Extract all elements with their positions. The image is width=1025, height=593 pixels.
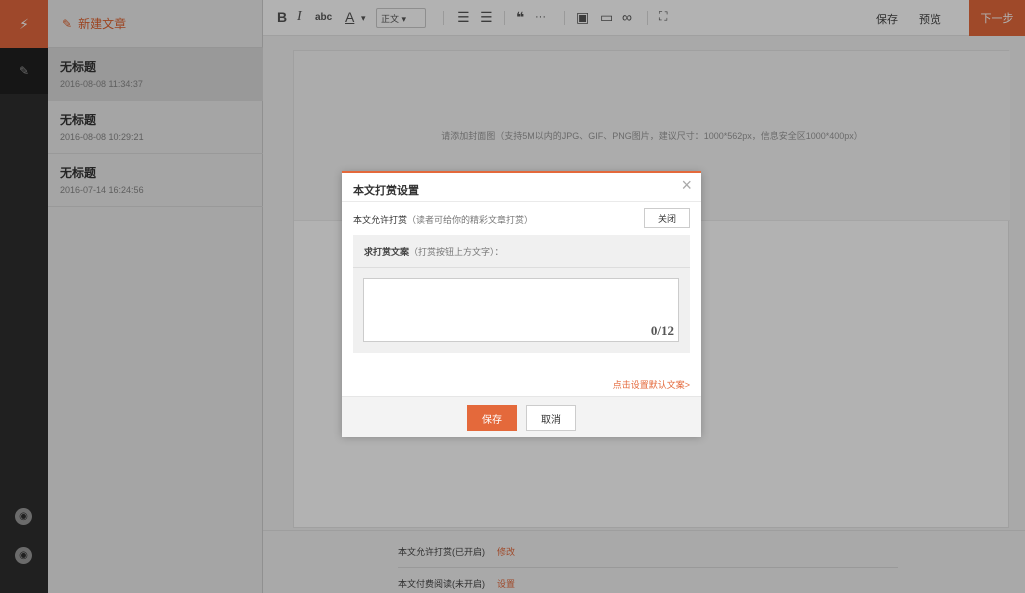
reward-copy-label: 求打赏文案（打赏按钮上方文字）： (364, 245, 504, 258)
dialog-title: 本文打赏设置 (353, 185, 419, 197)
dialog-title-divider (342, 201, 701, 202)
reward-copy-text: 求打赏文案 (364, 247, 410, 257)
dialog-save-button[interactable]: 保存 (467, 405, 517, 431)
allow-reward-label: 本文允许打赏（读者可给你的精彩文章打赏） (353, 213, 533, 226)
allow-reward-text: 本文允许打赏 (353, 215, 408, 225)
close-icon[interactable]: × (681, 176, 692, 194)
dialog-footer: 保存 取消 (342, 396, 701, 437)
reward-copy-section: 求打赏文案（打赏按钮上方文字）： 0/12 (353, 235, 690, 353)
set-default-copy-link[interactable]: 点击设置默认文案> (613, 378, 690, 391)
reward-settings-dialog: 本文打赏设置 × 本文允许打赏（读者可给你的精彩文章打赏） 关闭 求打赏文案（打… (342, 171, 701, 437)
reward-off-button[interactable]: 关闭 (644, 208, 690, 228)
reward-copy-divider (353, 267, 690, 268)
allow-reward-subtext: （读者可给你的精彩文章打赏） (407, 215, 534, 225)
reward-copy-textarea[interactable] (363, 278, 679, 342)
reward-copy-subtext: （打赏按钮上方文字）： (409, 247, 504, 257)
char-counter: 0/12 (650, 323, 674, 338)
dialog-cancel-button[interactable]: 取消 (526, 405, 576, 431)
